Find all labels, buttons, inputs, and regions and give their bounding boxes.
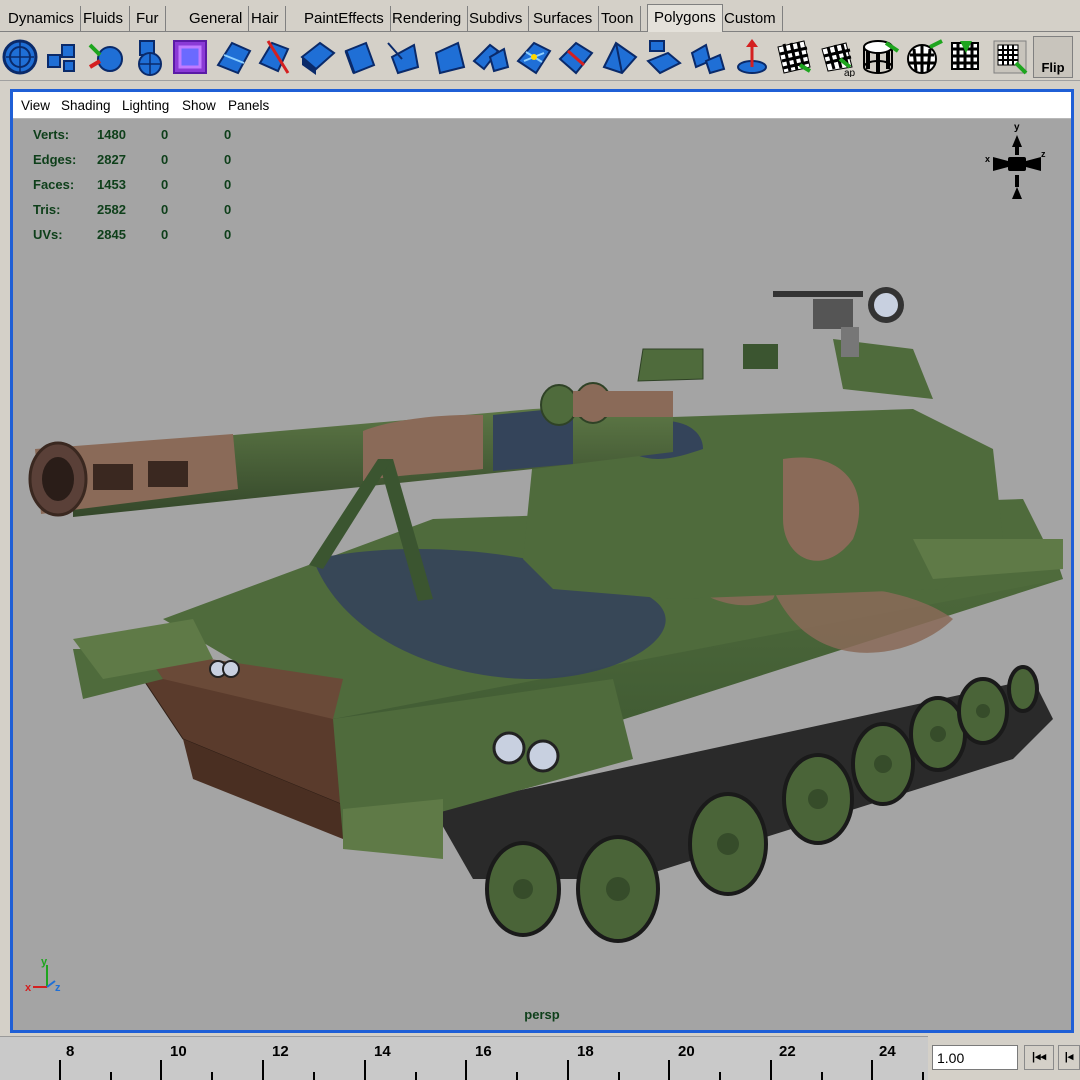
layout-uvs-icon[interactable] xyxy=(946,36,986,78)
tick-mark xyxy=(364,1060,366,1080)
menu-view[interactable]: View xyxy=(21,98,50,113)
planar-map-icon[interactable] xyxy=(688,36,728,78)
menu-panels[interactable]: Panels xyxy=(228,98,269,113)
tab-surfaces[interactable]: Surfaces xyxy=(527,6,600,32)
tab-hair[interactable]: Hair xyxy=(245,6,286,32)
panel-menu-bar: View Shading Lighting Show Panels xyxy=(13,92,1071,119)
axis-z-label: z xyxy=(55,982,61,994)
tick-mark xyxy=(770,1060,772,1080)
current-time-field[interactable]: 1.00 xyxy=(932,1045,1018,1070)
camera-name-label: persp xyxy=(524,1007,560,1022)
tank-model[interactable] xyxy=(13,119,1071,1030)
maya-window: Dynamics Fluids Fur General Hair PaintEf… xyxy=(0,0,1080,1080)
smooth-icon[interactable] xyxy=(128,36,168,78)
3d-viewport[interactable]: Verts: 1480 0 0 Edges: 2827 0 0 Faces: 1… xyxy=(13,119,1071,1030)
tick-label: 12 xyxy=(272,1043,289,1060)
tick-mark xyxy=(415,1072,417,1080)
tick-label: 10 xyxy=(170,1043,187,1060)
shelf-toolbar: ap xyxy=(0,33,1080,81)
bevel-icon[interactable] xyxy=(384,36,424,78)
split-edge-icon[interactable] xyxy=(556,36,596,78)
tab-dynamics[interactable]: Dynamics xyxy=(2,6,81,32)
merge-vertices-icon[interactable] xyxy=(514,36,554,78)
axis-indicator-icon: y x z xyxy=(25,957,61,994)
bridge-icon[interactable] xyxy=(428,36,468,78)
tab-polygons[interactable]: Polygons xyxy=(647,4,723,32)
tick-label: 18 xyxy=(577,1043,594,1060)
shelf-tab-bar: Dynamics Fluids Fur General Hair PaintEf… xyxy=(0,0,1080,32)
wedge-icon[interactable] xyxy=(470,36,510,78)
tab-general[interactable]: General xyxy=(183,6,250,32)
time-slider[interactable]: 8 10 12 14 16 18 20 22 24 xyxy=(0,1036,928,1080)
menu-lighting[interactable]: Lighting xyxy=(122,98,169,113)
quadrangulate-icon[interactable] xyxy=(644,36,684,78)
svg-text:ap: ap xyxy=(844,68,856,77)
combine-icon[interactable] xyxy=(42,36,82,78)
triangulate-icon[interactable] xyxy=(600,36,640,78)
tab-custom[interactable]: Custom xyxy=(718,6,783,32)
axis-x-label: x xyxy=(25,982,32,994)
extrude-edge-icon[interactable] xyxy=(340,36,380,78)
tick-label: 8 xyxy=(66,1043,75,1060)
axis-y-label: y xyxy=(41,957,48,968)
cube-wire-icon[interactable] xyxy=(170,36,210,78)
tab-rendering[interactable]: Rendering xyxy=(386,6,469,32)
tick-mark xyxy=(719,1072,721,1080)
tab-fluids[interactable]: Fluids xyxy=(77,6,131,32)
split-polygon-icon[interactable] xyxy=(214,36,254,78)
uv-texture-editor-icon[interactable] xyxy=(774,36,814,78)
tick-mark xyxy=(262,1060,264,1080)
cut-faces-icon[interactable] xyxy=(256,36,296,78)
tab-toon[interactable]: Toon xyxy=(595,6,641,32)
tick-mark xyxy=(567,1060,569,1080)
tick-mark xyxy=(59,1060,61,1080)
flip-button[interactable]: Flip xyxy=(1033,36,1073,78)
tick-mark xyxy=(922,1072,924,1080)
perspective-panel: View Shading Lighting Show Panels Verts:… xyxy=(10,89,1074,1033)
tick-label: 14 xyxy=(374,1043,391,1060)
tick-mark xyxy=(516,1072,518,1080)
tick-label: 24 xyxy=(879,1043,896,1060)
separate-icon[interactable] xyxy=(86,36,126,78)
step-back-button[interactable]: |◂◂ xyxy=(1024,1045,1054,1070)
tick-mark xyxy=(211,1072,213,1080)
tab-subdivs[interactable]: Subdivs xyxy=(463,6,530,32)
tick-mark xyxy=(160,1060,162,1080)
polygon-sphere-icon[interactable] xyxy=(0,36,40,78)
cylindrical-mapping-icon[interactable] xyxy=(860,36,900,78)
center-pivot-icon[interactable] xyxy=(732,36,772,78)
automatic-mapping-icon[interactable]: ap xyxy=(818,36,858,78)
tick-mark xyxy=(821,1072,823,1080)
tick-mark xyxy=(871,1060,873,1080)
tick-label: 22 xyxy=(779,1043,796,1060)
extrude-face-icon[interactable] xyxy=(298,36,338,78)
go-to-start-button[interactable]: |◂ xyxy=(1058,1045,1080,1070)
tick-mark xyxy=(313,1072,315,1080)
tick-mark xyxy=(668,1060,670,1080)
menu-shading[interactable]: Shading xyxy=(61,98,111,113)
tick-mark xyxy=(465,1060,467,1080)
tick-label: 20 xyxy=(678,1043,695,1060)
tab-fur[interactable]: Fur xyxy=(130,6,166,32)
tab-painteffects[interactable]: PaintEffects xyxy=(298,6,391,32)
spherical-mapping-icon[interactable] xyxy=(904,36,944,78)
checker-icon[interactable] xyxy=(990,36,1030,78)
tick-label: 16 xyxy=(475,1043,492,1060)
menu-show[interactable]: Show xyxy=(182,98,216,113)
tick-mark xyxy=(618,1072,620,1080)
tick-mark xyxy=(110,1072,112,1080)
